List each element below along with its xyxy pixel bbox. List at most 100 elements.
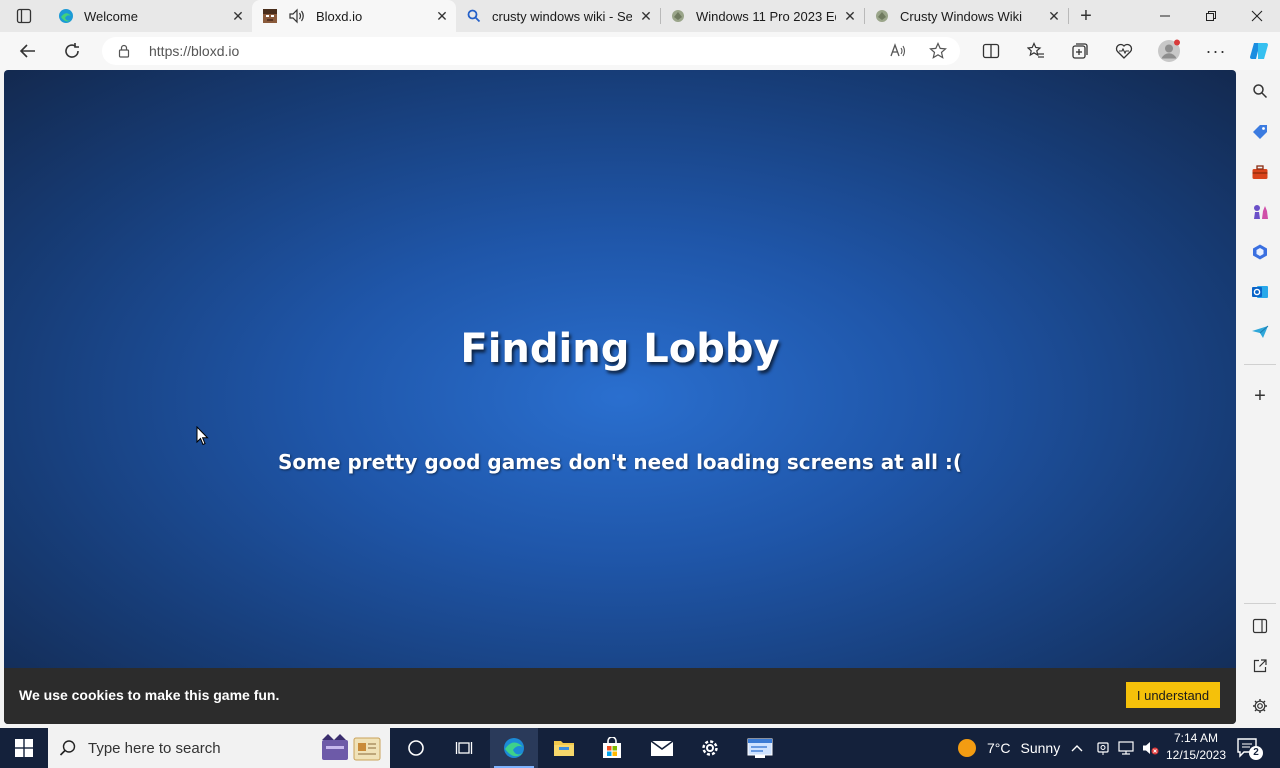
sidebar-hide-button[interactable]	[1248, 614, 1272, 638]
profile-button[interactable]	[1154, 36, 1184, 66]
windows-logo-icon	[15, 739, 33, 757]
app-window-icon	[747, 738, 773, 758]
sidebar-panel-icon	[1252, 618, 1268, 634]
address-bar[interactable]: https://bloxd.io	[102, 37, 960, 65]
page-title: Finding Lobby	[460, 326, 780, 372]
edge-icon	[504, 738, 524, 758]
tab-close-button[interactable]: ✕	[428, 2, 456, 30]
tab-close-button[interactable]: ✕	[1040, 2, 1068, 30]
weather-desc: Sunny	[1020, 740, 1061, 756]
taskbar-edge[interactable]	[490, 728, 538, 768]
close-window-button[interactable]	[1234, 0, 1280, 32]
settings-more-button[interactable]: ···	[1201, 36, 1231, 66]
tray-network-button[interactable]	[1118, 728, 1136, 768]
sidebar-office-button[interactable]	[1248, 240, 1272, 264]
favorites-icon	[1027, 42, 1044, 58]
split-screen-icon	[982, 43, 1000, 59]
start-button[interactable]	[0, 728, 48, 768]
sidebar-divider	[1244, 603, 1276, 604]
back-arrow-icon	[19, 44, 35, 58]
edge-sidebar: +	[1240, 70, 1280, 728]
edge-icon	[58, 8, 74, 24]
sidebar-tools-button[interactable]	[1248, 160, 1272, 184]
tab-strip: Welcome ✕ Bloxd.io ✕ crusty windows wiki…	[0, 0, 1280, 32]
tab-close-button[interactable]: ✕	[836, 2, 864, 30]
tab-close-button[interactable]: ✕	[632, 2, 660, 30]
lock-icon[interactable]	[116, 43, 132, 59]
heart-pulse-icon	[1115, 43, 1133, 59]
sidebar-send-button[interactable]	[1248, 320, 1272, 344]
cortana-button[interactable]	[392, 728, 440, 768]
store-bag-icon	[603, 737, 621, 758]
tray-volume-button[interactable]	[1142, 728, 1160, 768]
loading-subtitle: Some pretty good games don't need loadin…	[277, 450, 963, 474]
tray-meet-button[interactable]	[1096, 728, 1110, 768]
sidebar-shopping-button[interactable]	[1248, 120, 1272, 144]
tab-title: Crusty Windows Wiki	[900, 8, 1023, 24]
collections-button[interactable]	[1065, 36, 1095, 66]
office-icon	[1253, 244, 1267, 260]
tab-close-button[interactable]: ✕	[224, 2, 252, 30]
restore-button[interactable]	[1188, 0, 1234, 32]
clock-date: 12/15/2023	[1165, 748, 1227, 762]
tab-title: crusty windows wiki - Sear	[492, 8, 632, 24]
shopping-tag-icon	[1253, 125, 1267, 139]
favorite-star-icon[interactable]	[928, 41, 948, 61]
sidebar-divider	[1244, 364, 1276, 365]
show-hidden-icons-button[interactable]	[1070, 728, 1084, 768]
taskbar-app-window[interactable]	[736, 728, 784, 768]
taskbar-search-box[interactable]: Type here to search	[48, 728, 390, 768]
sidebar-search-button[interactable]	[1248, 79, 1272, 103]
taskbar-store[interactable]	[588, 728, 636, 768]
task-view-button[interactable]	[440, 728, 488, 768]
folder-icon	[554, 741, 574, 756]
sidebar-add-button[interactable]: +	[1248, 384, 1272, 408]
tab-bloxd[interactable]: Bloxd.io ✕	[252, 0, 456, 32]
back-button[interactable]	[13, 36, 43, 66]
outlook-icon	[1252, 286, 1268, 298]
wiki-favicon-icon	[670, 8, 686, 24]
refresh-icon	[65, 43, 79, 58]
favorites-button[interactable]	[1021, 36, 1051, 66]
mail-icon	[650, 740, 674, 756]
taskbar-mail[interactable]	[638, 728, 686, 768]
speaker-icon[interactable]	[288, 8, 308, 24]
notification-center-button[interactable]: 2	[1236, 736, 1263, 760]
tab-windows11[interactable]: Windows 11 Pro 2023 Edit ✕	[660, 0, 864, 32]
page-viewport[interactable]: Finding Lobby Some pretty good games don…	[4, 70, 1236, 724]
restore-icon	[1206, 11, 1216, 21]
sidebar-outlook-button[interactable]	[1248, 280, 1272, 304]
accept-cookies-button[interactable]: I understand	[1126, 682, 1220, 708]
paper-plane-icon	[1252, 325, 1269, 338]
cookie-banner: We use cookies to make this game fun. I …	[4, 668, 1236, 724]
copilot-button[interactable]	[1244, 36, 1274, 66]
weather-widget[interactable]: 7°C Sunny	[956, 728, 1060, 768]
tab-search[interactable]: crusty windows wiki - Sear ✕	[456, 0, 660, 32]
taskbar-file-explorer[interactable]	[540, 728, 588, 768]
read-aloud-icon[interactable]	[888, 41, 908, 61]
tab-divider	[1068, 8, 1069, 24]
search-highlight-illustration	[322, 734, 381, 761]
copilot-icon	[1250, 43, 1268, 59]
url-text[interactable]: https://bloxd.io	[149, 43, 239, 59]
new-tab-button[interactable]: +	[1072, 2, 1100, 30]
taskbar: Type here to search 7°C Sunny 7:14 AM 12…	[0, 728, 1280, 768]
collections-icon	[1072, 43, 1088, 59]
taskbar-clock[interactable]: 7:14 AM 12/15/2023	[1162, 730, 1230, 764]
tab-welcome[interactable]: Welcome ✕	[48, 0, 252, 32]
notification-count-badge: 2	[1249, 746, 1263, 760]
tab-title: Bloxd.io	[316, 8, 363, 24]
taskbar-settings[interactable]	[686, 728, 734, 768]
split-screen-button[interactable]	[976, 36, 1006, 66]
device-icon	[1097, 742, 1109, 755]
minimize-button[interactable]	[1142, 0, 1188, 32]
sidebar-settings-button[interactable]	[1248, 694, 1272, 718]
browser-essentials-button[interactable]	[1109, 36, 1139, 66]
weather-temp: 7°C	[987, 740, 1011, 756]
refresh-button[interactable]	[57, 36, 87, 66]
tab-actions-button[interactable]	[8, 4, 40, 28]
gear-icon	[702, 740, 718, 756]
tab-crusty-wiki[interactable]: Crusty Windows Wiki ✕	[864, 0, 1068, 32]
sidebar-open-external-button[interactable]	[1248, 654, 1272, 678]
sidebar-games-button[interactable]	[1248, 200, 1272, 224]
